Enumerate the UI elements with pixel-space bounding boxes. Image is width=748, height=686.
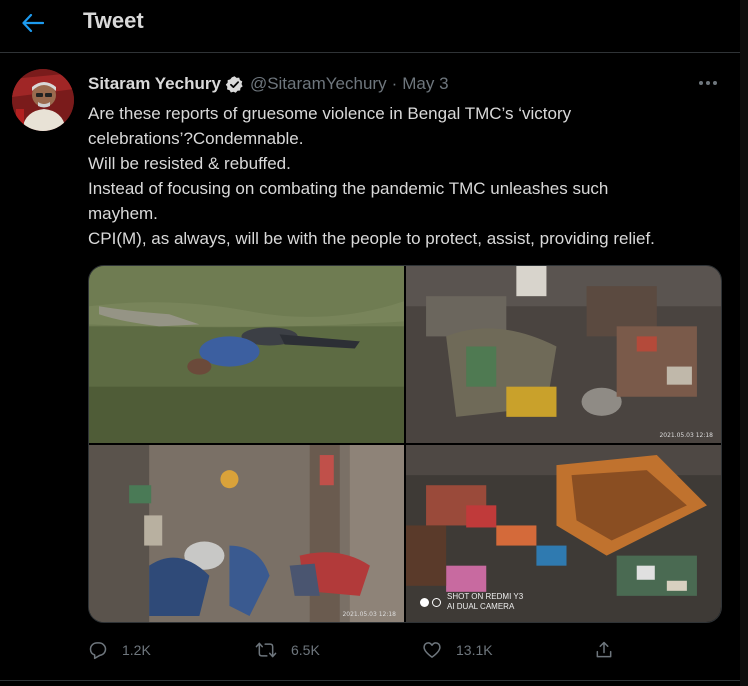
tweet-line: CPI(M), as always, will be with the peop… (88, 229, 655, 248)
camera-watermark: SHOT ON REDMI Y3 AI DUAL CAMERA (420, 592, 523, 612)
retweet-button[interactable]: 6.5K (255, 635, 320, 665)
photo-timestamp: 2021.05.03 12:18 (659, 432, 713, 439)
page-title: Tweet (83, 8, 144, 33)
tweet-text: Are these reports of gruesome violence i… (88, 101, 728, 251)
tweet-actions: 1.2K 6.5K 13.1K (88, 635, 628, 665)
tweet-line: mayhem. (88, 204, 158, 223)
photo-2[interactable]: 2021.05.03 12:18 (406, 266, 721, 443)
share-icon (596, 641, 612, 658)
back-button[interactable] (16, 8, 50, 38)
photo-timestamp: 2021.05.03 12:18 (342, 611, 396, 618)
author-name[interactable]: Sitaram Yechury (88, 74, 221, 94)
retweet-count: 6.5K (291, 642, 320, 658)
tweet-line: Are these reports of gruesome violence i… (88, 104, 572, 123)
separator: · (391, 74, 398, 93)
scrollbar[interactable] (740, 0, 748, 686)
photo-3[interactable]: 2021.05.03 12:18 (89, 445, 404, 622)
tweet-line: Will be resisted & rebuffed. (88, 154, 291, 173)
like-icon (423, 642, 441, 658)
back-arrow-icon (22, 14, 44, 32)
divider (0, 680, 740, 681)
more-button[interactable] (696, 72, 720, 94)
photo-1[interactable] (89, 266, 404, 443)
like-count: 13.1K (456, 642, 493, 658)
tweet-column: Tweet Sitaram Yechury @SitaramYechury · … (0, 0, 741, 686)
like-button[interactable]: 13.1K (422, 635, 493, 665)
tweet-line: Instead of focusing on combating the pan… (88, 179, 609, 198)
author-row: Sitaram Yechury @SitaramYechury · May 3 (88, 73, 449, 95)
photo-4[interactable]: SHOT ON REDMI Y3 AI DUAL CAMERA (406, 445, 721, 622)
author-handle[interactable]: @SitaramYechury (250, 74, 387, 94)
reply-icon (89, 642, 107, 660)
more-icon (699, 81, 717, 85)
reply-button[interactable]: 1.2K (88, 635, 151, 665)
header: Tweet (0, 0, 740, 53)
avatar[interactable] (12, 69, 74, 131)
photo-grid: 2021.05.03 12:18 2021.05.03 12:18 SHOT O… (88, 265, 722, 623)
reply-count: 1.2K (122, 642, 151, 658)
camera-watermark-line: SHOT ON REDMI Y3 (447, 592, 524, 601)
tweet-date[interactable]: May 3 (402, 74, 448, 94)
tweet-line: celebrations’?Condemnable. (88, 129, 304, 148)
share-button[interactable] (594, 635, 628, 665)
verified-badge-icon (225, 75, 244, 94)
retweet-icon (255, 642, 277, 658)
camera-watermark-line: AI DUAL CAMERA (447, 602, 515, 611)
